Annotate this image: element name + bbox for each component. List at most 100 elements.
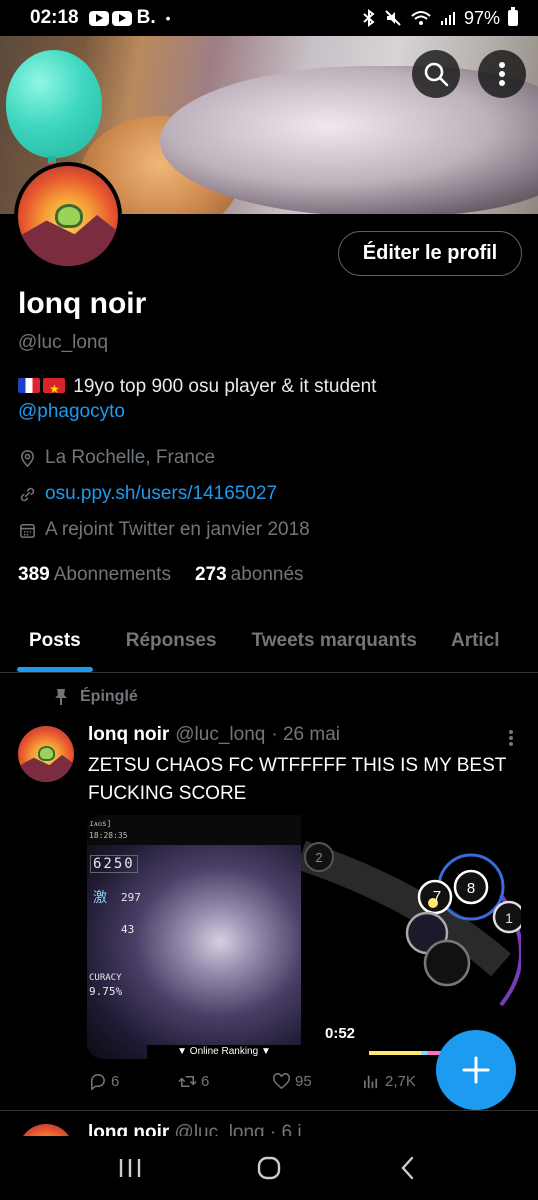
joined-text: A rejoint Twitter en janvier 2018	[45, 519, 310, 540]
status-time: 02:18	[30, 7, 79, 28]
post-media-gameplay[interactable]: 2 8 7 1 0:52	[301, 815, 521, 1059]
heart-icon	[273, 1073, 290, 1090]
back-button[interactable]	[378, 1148, 438, 1188]
media-accuracy: 9.75%	[89, 985, 123, 998]
tab-replies[interactable]: Réponses	[126, 613, 217, 672]
next-post-author-handle[interactable]: @luc_lonq · 6 j	[175, 1122, 302, 1136]
reply-button[interactable]: 6	[88, 1072, 178, 1091]
repost-button[interactable]: 6	[178, 1072, 272, 1091]
views-count: 2,7K	[385, 1073, 416, 1090]
media-combo-label: 激	[93, 890, 107, 906]
media-header-line-1: ɪᴀᴏs]	[89, 819, 112, 828]
recent-apps-button[interactable]	[100, 1148, 160, 1188]
post-avatar-turtle	[38, 746, 55, 761]
media-score: 6250	[90, 855, 138, 873]
home-button[interactable]	[239, 1148, 299, 1188]
android-nav-bar	[0, 1136, 538, 1200]
search-icon	[424, 62, 449, 87]
media-header-line-2: 18:28:35	[89, 831, 128, 840]
follow-stats: 389 Abonnements 273 abonnés	[18, 564, 304, 586]
france-flag-icon	[18, 378, 40, 393]
tab-posts[interactable]: Posts	[17, 613, 93, 672]
recent-apps-icon	[119, 1159, 140, 1177]
profile-handle: @luc_lonq	[18, 332, 109, 353]
post-more-icon[interactable]	[504, 728, 518, 748]
post-header: lonq noir @luc_lonq · 26 mai	[88, 724, 340, 746]
pin-icon	[55, 689, 67, 705]
vietnam-flag-icon	[43, 375, 65, 403]
battery-icon	[508, 7, 518, 26]
following-stat[interactable]: 389 Abonnements	[18, 564, 171, 586]
profile-website[interactable]: osu.ppy.sh/users/14165027	[18, 483, 277, 505]
website-link[interactable]: osu.ppy.sh/users/14165027	[45, 483, 277, 505]
signal-icon	[440, 12, 455, 25]
reply-count: 6	[111, 1073, 120, 1090]
circle-number-8: 8	[467, 880, 475, 897]
post-author-handle[interactable]: @luc_lonq	[175, 724, 265, 746]
post-divider	[0, 1110, 538, 1111]
search-button[interactable]	[412, 50, 460, 98]
next-post-header: lonq noir @luc_lonq · 6 j	[88, 1122, 302, 1136]
circle-number-2: 2	[315, 850, 322, 865]
avatar-turtle	[55, 204, 83, 228]
video-time: 0:52	[325, 1025, 356, 1042]
profile-joined: A rejoint Twitter en janvier 2018	[18, 519, 310, 541]
circle-number-1: 1	[505, 910, 513, 926]
media-combo-1: 297	[121, 891, 141, 904]
profile-location: La Rochelle, France	[18, 447, 215, 469]
pinned-indicator: Épinglé	[54, 688, 138, 706]
like-button[interactable]: 95	[272, 1072, 362, 1091]
post-date[interactable]: · 26 mai	[271, 724, 340, 746]
media-header: ɪᴀᴏs] 18:28:35	[87, 815, 301, 845]
mute-icon	[385, 10, 401, 26]
profile-bio: 19yo top 900 osu player & it student	[18, 373, 377, 403]
notification-dot: •	[165, 10, 171, 26]
views-button[interactable]: 2,7K	[362, 1072, 416, 1091]
link-icon	[20, 487, 35, 501]
more-options-button[interactable]	[478, 50, 526, 98]
tab-articles[interactable]: Articl	[451, 613, 500, 672]
profile-tabs: Posts Réponses Tweets marquants Articl	[0, 613, 538, 673]
media-online-ranking: ▼ Online Ranking ▼	[147, 1045, 301, 1059]
like-count: 95	[295, 1073, 312, 1090]
bio-mention-link[interactable]: @phagocyto	[18, 401, 125, 423]
birthday-balloon-icon	[6, 50, 102, 158]
media-anime-art	[87, 845, 301, 1059]
post-actions: 6 6 95 2,7K	[88, 1072, 416, 1091]
media-combo-2: 43	[121, 923, 135, 936]
bio-text: 19yo top 900 osu player & it student	[73, 376, 377, 397]
status-icons: 97%	[362, 7, 518, 29]
compose-post-button[interactable]	[436, 1030, 516, 1110]
location-text: La Rochelle, France	[45, 447, 216, 468]
reply-icon	[91, 1074, 105, 1091]
avatar-image	[18, 166, 118, 266]
repost-icon	[178, 1075, 197, 1088]
followers-label: abonnés	[230, 564, 304, 585]
next-post-avatar[interactable]	[18, 1124, 74, 1136]
post-author-name[interactable]: lonq noir	[88, 724, 169, 746]
profile-name: lonq noir	[18, 287, 147, 320]
post-media-screenshot[interactable]: ɪᴀᴏs] 18:28:35 6250 激 297 43 CURACY 9.75…	[87, 815, 301, 1059]
post-text: ZETSU CHAOS FC WTFFFFF THIS IS MY BEST F…	[88, 755, 507, 804]
pinned-label: Épinglé	[80, 688, 138, 705]
wifi-icon	[411, 11, 431, 25]
gameplay-playfield: 2 8 7 1	[301, 840, 521, 1007]
followers-stat[interactable]: 273 abonnés	[195, 564, 304, 586]
post-author-avatar[interactable]	[18, 726, 74, 782]
youtube-icon-2	[111, 10, 132, 26]
followers-count: 273	[194, 564, 227, 585]
calendar-icon	[20, 523, 35, 538]
media-accuracy-label: CURACY	[89, 973, 122, 983]
home-icon	[257, 1156, 281, 1180]
edit-profile-button[interactable]: Éditer le profil	[338, 231, 522, 276]
location-pin-icon	[21, 449, 34, 467]
profile-avatar[interactable]	[14, 162, 122, 270]
youtube-icon	[88, 10, 109, 26]
circle-number-7: 7	[433, 888, 441, 905]
b-app-icon: B.	[136, 7, 156, 28]
next-post-author-name[interactable]: lonq noir	[88, 1122, 169, 1136]
following-count: 389	[18, 564, 50, 585]
bluetooth-icon	[363, 9, 375, 27]
tab-highlights[interactable]: Tweets marquants	[252, 613, 417, 672]
vertical-dots-icon	[499, 62, 505, 86]
